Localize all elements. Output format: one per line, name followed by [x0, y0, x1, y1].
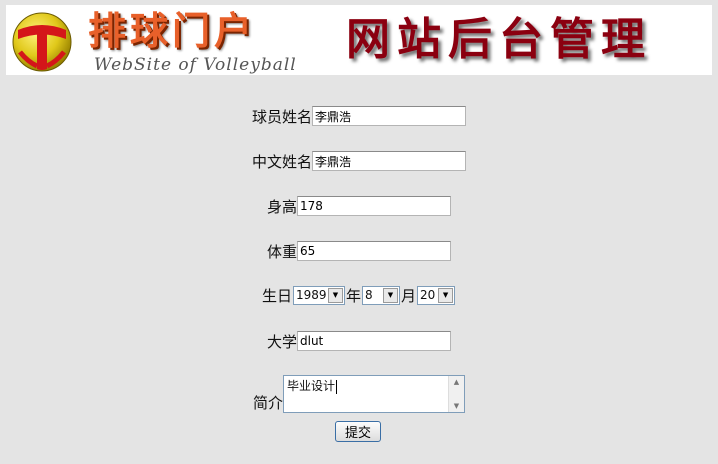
volleyball-logo-icon — [12, 12, 72, 72]
intro-label: 简介 — [252, 394, 283, 412]
university-value: dlut — [300, 334, 324, 348]
chinese-name-row: 中文姓名 李鼎浩 — [0, 149, 718, 173]
textarea-scrollbar[interactable]: ▲ ▼ — [448, 376, 464, 412]
header-banner: 排球门户 WebSite of Volleyball 网站后台管理 — [6, 5, 712, 75]
player-name-label: 球员姓名 — [251, 107, 312, 126]
year-unit: 年 — [345, 286, 361, 305]
height-label: 身高 — [266, 197, 297, 216]
birth-month-select[interactable]: 8 ▼ — [362, 285, 400, 305]
university-input[interactable]: dlut — [297, 331, 451, 351]
university-label: 大学 — [266, 332, 297, 351]
chinese-name-input[interactable]: 李鼎浩 — [312, 151, 466, 171]
intro-row: 简介 毕业设计 ▲ ▼ — [0, 375, 718, 413]
birth-day-value: 20 — [420, 288, 436, 302]
birth-year-select[interactable]: 1989 ▼ — [292, 285, 345, 305]
logo-subtitle: WebSite of Volleyball — [94, 55, 297, 75]
height-value: 178 — [300, 199, 323, 213]
chevron-down-icon[interactable]: ▼ — [383, 287, 398, 303]
weight-row: 体重 65 — [0, 239, 718, 263]
player-name-value: 李鼎浩 — [315, 109, 352, 124]
weight-label: 体重 — [266, 242, 297, 261]
height-row: 身高 178 — [0, 194, 718, 218]
month-unit: 月 — [401, 286, 417, 305]
chinese-name-label: 中文姓名 — [251, 152, 312, 171]
submit-button[interactable]: 提交 — [335, 421, 381, 442]
player-name-input[interactable]: 李鼎浩 — [312, 106, 466, 126]
birth-year-value: 1989 — [295, 288, 327, 302]
text-caret — [336, 379, 338, 394]
height-input[interactable]: 178 — [297, 196, 451, 216]
intro-value: 毕业设计 — [287, 379, 336, 393]
weight-value: 65 — [300, 244, 316, 258]
admin-title: 网站后台管理 — [346, 14, 652, 65]
scroll-down-icon[interactable]: ▼ — [454, 402, 459, 410]
birth-day-select[interactable]: 20 ▼ — [417, 285, 456, 305]
university-row: 大学 dlut — [0, 329, 718, 353]
chinese-name-value: 李鼎浩 — [315, 154, 352, 169]
weight-input[interactable]: 65 — [297, 241, 451, 261]
chevron-down-icon[interactable]: ▼ — [438, 287, 454, 303]
birthday-label: 生日 — [261, 286, 292, 305]
logo-title: 排球门户 — [88, 9, 257, 53]
chevron-down-icon[interactable]: ▼ — [327, 287, 343, 303]
player-name-row: 球员姓名 李鼎浩 — [0, 104, 718, 128]
birth-month-value: 8 — [365, 288, 373, 302]
intro-textarea[interactable]: 毕业设计 ▲ ▼ — [283, 375, 465, 413]
scroll-up-icon[interactable]: ▲ — [454, 378, 459, 386]
birthday-row: 生日 1989 ▼ 年 8 ▼ 月 20 ▼ — [0, 283, 718, 307]
